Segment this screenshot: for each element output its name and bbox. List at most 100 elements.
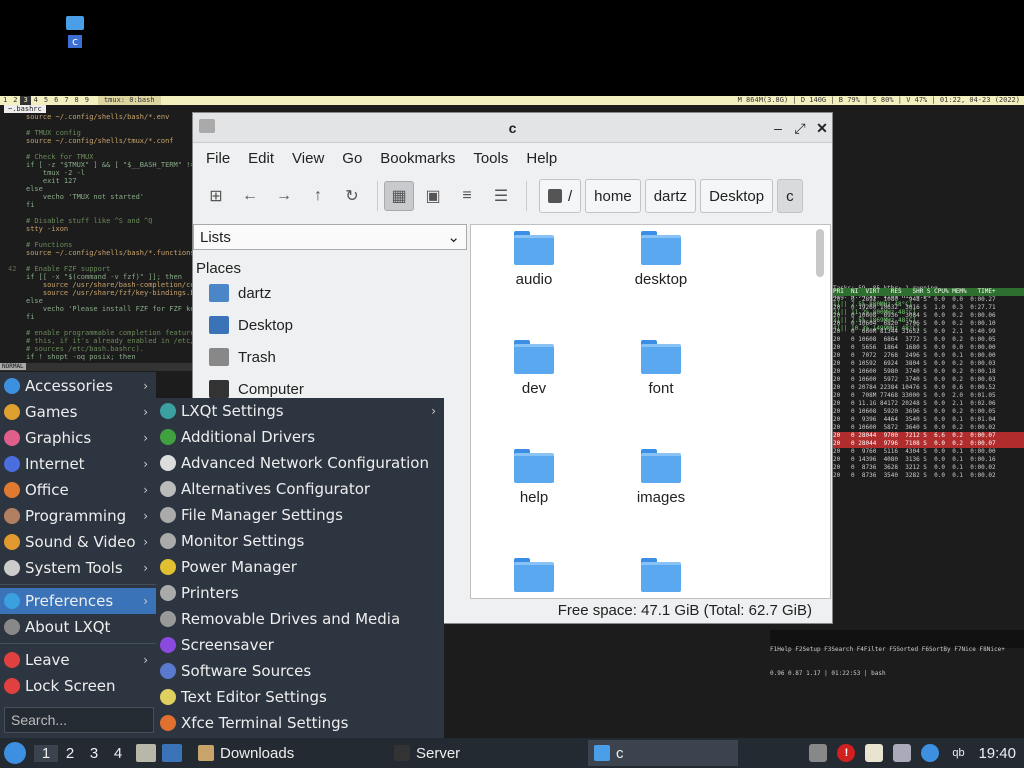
menu-item-graphics[interactable]: Graphics ›: [0, 425, 156, 451]
menu-item-xfce-terminal-settings[interactable]: Xfce Terminal Settings: [156, 710, 444, 736]
workspace-1[interactable]: 1: [34, 744, 58, 762]
process-row[interactable]: 20 0 660M 81344 31652 S 0.0 2.1 0:40.99: [833, 328, 1024, 336]
menu-item-programming[interactable]: Programming ›: [0, 503, 156, 529]
process-row[interactable]: 20 0 11.1G 84172 20248 S 0.0 2.1 0:02.06: [833, 400, 1024, 408]
breadcrumb-dartz[interactable]: dartz: [644, 179, 697, 213]
menu-view[interactable]: View: [283, 150, 333, 167]
show-desktop-icon[interactable]: [162, 744, 182, 762]
file-item-desktop[interactable]: desktop: [606, 231, 716, 288]
places-item-trash[interactable]: Trash: [193, 341, 469, 373]
places-item-desktop[interactable]: Desktop: [193, 309, 469, 341]
icon-view-icon[interactable]: ▦: [384, 181, 414, 211]
file-item[interactable]: [606, 558, 716, 598]
menu-item-internet[interactable]: Internet ›: [0, 451, 156, 477]
process-row[interactable]: 20 0 10604 6820 3796 S 0.0 0.2 0:00.10: [833, 320, 1024, 328]
breadcrumb-root[interactable]: /: [539, 179, 582, 213]
task-server[interactable]: Server: [388, 740, 588, 766]
process-row[interactable]: 20 0 14396 4080 3136 S 0.0 0.1 0:00.16: [833, 456, 1024, 464]
places-item-home[interactable]: dartz: [193, 277, 469, 309]
minimize-button[interactable]: –: [769, 119, 787, 137]
drive-icon[interactable]: [809, 744, 828, 762]
menu-bookmarks[interactable]: Bookmarks: [371, 150, 464, 167]
process-row[interactable]: 20 0 28044 9700 7212 S 6.6 0.2 0:00.07: [833, 432, 1024, 440]
title-bar[interactable]: c – ⤢ ✕: [193, 113, 832, 143]
menu-item-software-sources[interactable]: Software Sources: [156, 658, 444, 684]
alert-icon[interactable]: !: [837, 744, 856, 762]
menu-item-sound-video[interactable]: Sound & Video ›: [0, 529, 156, 555]
file-manager-launcher-icon[interactable]: [136, 744, 156, 762]
process-row[interactable]: 20 0 10608 6936 3084 S 0.0 0.2 0:00.06: [833, 312, 1024, 320]
menu-item-power-manager[interactable]: Power Manager: [156, 554, 444, 580]
file-item-help[interactable]: help: [479, 449, 589, 506]
up-arrow-icon[interactable]: ↑: [303, 181, 333, 211]
workspace-4[interactable]: 4: [106, 745, 130, 762]
menu-search-input[interactable]: [4, 707, 154, 733]
file-item-font[interactable]: font: [606, 340, 716, 397]
maximize-button[interactable]: ⤢: [791, 119, 809, 137]
breadcrumb-home[interactable]: home: [585, 179, 641, 213]
update-icon[interactable]: [921, 744, 940, 762]
menu-item-system-tools[interactable]: System Tools ›: [0, 555, 156, 581]
tmux-window-8[interactable]: 8: [72, 96, 82, 105]
network-icon[interactable]: [893, 744, 912, 762]
breadcrumb-desktop[interactable]: Desktop: [700, 179, 774, 213]
process-row[interactable]: 20 0 8736 3540 3282 S 0.0 0.1 0:00.02: [833, 472, 1024, 480]
clipboard-icon[interactable]: [865, 744, 884, 762]
process-row[interactable]: 20 0 8736 3628 3212 S 0.0 0.1 0:00.02: [833, 464, 1024, 472]
menu-item-text-editor-settings[interactable]: Text Editor Settings: [156, 684, 444, 710]
process-row[interactable]: 20 0 7072 2768 2496 S 0.0 0.1 0:00.00: [833, 352, 1024, 360]
new-tab-icon[interactable]: ⊞: [201, 181, 231, 211]
compact-view-icon[interactable]: ≡: [452, 181, 482, 211]
menu-item-file-manager-settings[interactable]: File Manager Settings: [156, 502, 444, 528]
file-item-dev[interactable]: dev: [479, 340, 589, 397]
process-row[interactable]: 20 0 10600 5980 3740 S 0.0 0.2 0:00.18: [833, 368, 1024, 376]
menu-item-lock-screen[interactable]: Lock Screen: [0, 673, 156, 699]
side-pane-mode-select[interactable]: Lists ⌄: [193, 224, 467, 250]
menu-item-additional-drivers[interactable]: Additional Drivers: [156, 424, 444, 450]
process-row[interactable]: 20 0 28044 9796 7108 S 0.0 0.2 0:00.07: [833, 440, 1024, 448]
process-row[interactable]: 20 0 2892 1080 948 S 0.0 0.0 0:00.27: [833, 296, 1024, 304]
tmux-window-1[interactable]: 1: [0, 96, 10, 105]
menu-item-alternatives-configurator[interactable]: Alternatives Configurator: [156, 476, 444, 502]
back-arrow-icon[interactable]: ←: [235, 181, 265, 211]
tmux-window-7[interactable]: 7: [61, 96, 71, 105]
htop-function-keys[interactable]: F1Help F2Setup F3Search F4Filter F5Sorte…: [770, 646, 1024, 654]
tmux-window-4[interactable]: 4: [31, 96, 41, 105]
menu-item-advanced-network-configuration[interactable]: Advanced Network Configuration: [156, 450, 444, 476]
process-row[interactable]: 20 0 5656 1864 1680 S 0.0 0.0 0:00.00: [833, 344, 1024, 352]
clock[interactable]: 19:40: [978, 745, 1016, 762]
menu-item-games[interactable]: Games ›: [0, 399, 156, 425]
process-row[interactable]: 20 0 10592 6924 3804 S 0.0 0.2 0:00.03: [833, 360, 1024, 368]
forward-arrow-icon[interactable]: →: [269, 181, 299, 211]
menu-file[interactable]: File: [197, 150, 239, 167]
qbittorrent-icon[interactable]: qb: [949, 744, 967, 762]
menu-item-office[interactable]: Office ›: [0, 477, 156, 503]
file-item[interactable]: [479, 558, 589, 598]
menu-item-screensaver[interactable]: Screensaver: [156, 632, 444, 658]
breadcrumb-c[interactable]: c: [777, 179, 803, 213]
folder-view[interactable]: audio desktop dev font help images: [470, 224, 831, 599]
tmux-window-3[interactable]: 3: [20, 96, 31, 105]
process-row[interactable]: 20 0 10608 5920 3696 S 0.0 0.2 0:00.05: [833, 408, 1024, 416]
process-row[interactable]: 20 0 10600 5872 3640 S 0.0 0.2 0:00.02: [833, 424, 1024, 432]
process-row[interactable]: 20 0 9760 5116 4304 S 0.0 0.1 0:00.00: [833, 448, 1024, 456]
file-item-audio[interactable]: audio: [479, 231, 589, 288]
tmux-window-9[interactable]: 9: [82, 96, 92, 105]
process-row[interactable]: 20 0 10600 5972 3740 S 0.0 0.2 0:00.03: [833, 376, 1024, 384]
menu-item-leave[interactable]: Leave ›: [0, 647, 156, 673]
menu-tools[interactable]: Tools: [464, 150, 517, 167]
process-row[interactable]: 20 0 20784 22384 10476 S 0.0 0.6 0:00.52: [833, 384, 1024, 392]
menu-edit[interactable]: Edit: [239, 150, 283, 167]
process-row[interactable]: 20 0 10608 6864 3772 S 0.0 0.2 0:00.05: [833, 336, 1024, 344]
reload-icon[interactable]: ↻: [337, 181, 367, 211]
main-menu-button[interactable]: [4, 742, 26, 764]
workspace-2[interactable]: 2: [58, 745, 82, 762]
file-item-images[interactable]: images: [606, 449, 716, 506]
vim-pane[interactable]: ~.bashrc source ~/.config/shells/bash/*.…: [0, 105, 192, 373]
menu-item-printers[interactable]: Printers: [156, 580, 444, 606]
tmux-window-2[interactable]: 2: [10, 96, 20, 105]
menu-item-removable-drives-and-media[interactable]: Removable Drives and Media: [156, 606, 444, 632]
task-downloads[interactable]: Downloads: [192, 740, 388, 766]
menu-item-about-lxqt[interactable]: About LXQt: [0, 614, 156, 640]
close-button[interactable]: ✕: [813, 119, 831, 137]
